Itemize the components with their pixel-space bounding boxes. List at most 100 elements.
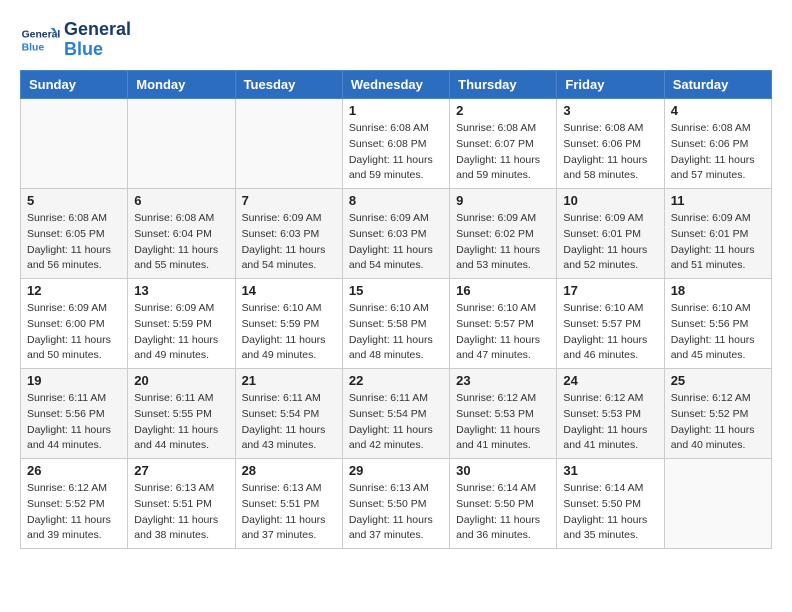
day-number: 4 [671, 103, 765, 118]
day-info: Sunrise: 6:11 AMSunset: 5:54 PMDaylight:… [242, 391, 336, 454]
day-cell-1: 1 Sunrise: 6:08 AMSunset: 6:08 PMDayligh… [342, 99, 449, 189]
day-number: 14 [242, 283, 336, 298]
empty-cell [235, 99, 342, 189]
day-info: Sunrise: 6:11 AMSunset: 5:54 PMDaylight:… [349, 391, 443, 454]
day-cell-26: 26 Sunrise: 6:12 AMSunset: 5:52 PMDaylig… [21, 459, 128, 549]
week-row-3: 12 Sunrise: 6:09 AMSunset: 6:00 PMDaylig… [21, 279, 772, 369]
day-cell-28: 28 Sunrise: 6:13 AMSunset: 5:51 PMDaylig… [235, 459, 342, 549]
day-cell-9: 9 Sunrise: 6:09 AMSunset: 6:02 PMDayligh… [450, 189, 557, 279]
day-cell-7: 7 Sunrise: 6:09 AMSunset: 6:03 PMDayligh… [235, 189, 342, 279]
day-number: 18 [671, 283, 765, 298]
day-number: 10 [563, 193, 657, 208]
day-info: Sunrise: 6:08 AMSunset: 6:07 PMDaylight:… [456, 121, 550, 184]
day-info: Sunrise: 6:08 AMSunset: 6:04 PMDaylight:… [134, 211, 228, 274]
logo-icon: General Blue [20, 20, 60, 60]
day-info: Sunrise: 6:08 AMSunset: 6:06 PMDaylight:… [671, 121, 765, 184]
day-info: Sunrise: 6:09 AMSunset: 6:02 PMDaylight:… [456, 211, 550, 274]
day-cell-18: 18 Sunrise: 6:10 AMSunset: 5:56 PMDaylig… [664, 279, 771, 369]
day-number: 2 [456, 103, 550, 118]
day-number: 30 [456, 463, 550, 478]
page-header: General Blue General Blue [20, 20, 772, 60]
day-info: Sunrise: 6:13 AMSunset: 5:51 PMDaylight:… [242, 481, 336, 544]
day-number: 19 [27, 373, 121, 388]
day-cell-16: 16 Sunrise: 6:10 AMSunset: 5:57 PMDaylig… [450, 279, 557, 369]
day-number: 1 [349, 103, 443, 118]
day-number: 27 [134, 463, 228, 478]
day-number: 23 [456, 373, 550, 388]
day-cell-3: 3 Sunrise: 6:08 AMSunset: 6:06 PMDayligh… [557, 99, 664, 189]
day-number: 31 [563, 463, 657, 478]
day-number: 7 [242, 193, 336, 208]
day-number: 16 [456, 283, 550, 298]
week-row-1: 1 Sunrise: 6:08 AMSunset: 6:08 PMDayligh… [21, 99, 772, 189]
day-cell-25: 25 Sunrise: 6:12 AMSunset: 5:52 PMDaylig… [664, 369, 771, 459]
day-info: Sunrise: 6:11 AMSunset: 5:56 PMDaylight:… [27, 391, 121, 454]
day-info: Sunrise: 6:12 AMSunset: 5:53 PMDaylight:… [456, 391, 550, 454]
day-info: Sunrise: 6:08 AMSunset: 6:08 PMDaylight:… [349, 121, 443, 184]
day-number: 20 [134, 373, 228, 388]
day-info: Sunrise: 6:10 AMSunset: 5:56 PMDaylight:… [671, 301, 765, 364]
day-info: Sunrise: 6:10 AMSunset: 5:57 PMDaylight:… [456, 301, 550, 364]
day-number: 6 [134, 193, 228, 208]
day-cell-2: 2 Sunrise: 6:08 AMSunset: 6:07 PMDayligh… [450, 99, 557, 189]
day-number: 28 [242, 463, 336, 478]
day-info: Sunrise: 6:12 AMSunset: 5:52 PMDaylight:… [27, 481, 121, 544]
day-info: Sunrise: 6:14 AMSunset: 5:50 PMDaylight:… [456, 481, 550, 544]
week-row-2: 5 Sunrise: 6:08 AMSunset: 6:05 PMDayligh… [21, 189, 772, 279]
day-info: Sunrise: 6:13 AMSunset: 5:50 PMDaylight:… [349, 481, 443, 544]
weekday-header-sunday: Sunday [21, 71, 128, 99]
weekday-header-wednesday: Wednesday [342, 71, 449, 99]
day-cell-12: 12 Sunrise: 6:09 AMSunset: 6:00 PMDaylig… [21, 279, 128, 369]
day-cell-15: 15 Sunrise: 6:10 AMSunset: 5:58 PMDaylig… [342, 279, 449, 369]
day-cell-10: 10 Sunrise: 6:09 AMSunset: 6:01 PMDaylig… [557, 189, 664, 279]
day-cell-31: 31 Sunrise: 6:14 AMSunset: 5:50 PMDaylig… [557, 459, 664, 549]
day-cell-11: 11 Sunrise: 6:09 AMSunset: 6:01 PMDaylig… [664, 189, 771, 279]
empty-cell [21, 99, 128, 189]
day-info: Sunrise: 6:09 AMSunset: 6:03 PMDaylight:… [242, 211, 336, 274]
weekday-header-thursday: Thursday [450, 71, 557, 99]
svg-text:Blue: Blue [22, 42, 45, 53]
day-number: 9 [456, 193, 550, 208]
day-info: Sunrise: 6:09 AMSunset: 6:00 PMDaylight:… [27, 301, 121, 364]
day-cell-24: 24 Sunrise: 6:12 AMSunset: 5:53 PMDaylig… [557, 369, 664, 459]
empty-cell [128, 99, 235, 189]
day-number: 25 [671, 373, 765, 388]
empty-cell [664, 459, 771, 549]
week-row-4: 19 Sunrise: 6:11 AMSunset: 5:56 PMDaylig… [21, 369, 772, 459]
weekday-header-row: SundayMondayTuesdayWednesdayThursdayFrid… [21, 71, 772, 99]
day-number: 3 [563, 103, 657, 118]
day-number: 17 [563, 283, 657, 298]
day-info: Sunrise: 6:13 AMSunset: 5:51 PMDaylight:… [134, 481, 228, 544]
day-info: Sunrise: 6:09 AMSunset: 6:01 PMDaylight:… [671, 211, 765, 274]
weekday-header-monday: Monday [128, 71, 235, 99]
day-info: Sunrise: 6:08 AMSunset: 6:06 PMDaylight:… [563, 121, 657, 184]
day-cell-13: 13 Sunrise: 6:09 AMSunset: 5:59 PMDaylig… [128, 279, 235, 369]
day-cell-8: 8 Sunrise: 6:09 AMSunset: 6:03 PMDayligh… [342, 189, 449, 279]
day-cell-19: 19 Sunrise: 6:11 AMSunset: 5:56 PMDaylig… [21, 369, 128, 459]
day-info: Sunrise: 6:08 AMSunset: 6:05 PMDaylight:… [27, 211, 121, 274]
weekday-header-saturday: Saturday [664, 71, 771, 99]
day-info: Sunrise: 6:12 AMSunset: 5:52 PMDaylight:… [671, 391, 765, 454]
day-info: Sunrise: 6:10 AMSunset: 5:58 PMDaylight:… [349, 301, 443, 364]
day-number: 15 [349, 283, 443, 298]
day-number: 8 [349, 193, 443, 208]
day-info: Sunrise: 6:11 AMSunset: 5:55 PMDaylight:… [134, 391, 228, 454]
week-row-5: 26 Sunrise: 6:12 AMSunset: 5:52 PMDaylig… [21, 459, 772, 549]
day-number: 29 [349, 463, 443, 478]
day-number: 12 [27, 283, 121, 298]
day-info: Sunrise: 6:09 AMSunset: 5:59 PMDaylight:… [134, 301, 228, 364]
day-number: 5 [27, 193, 121, 208]
day-info: Sunrise: 6:09 AMSunset: 6:03 PMDaylight:… [349, 211, 443, 274]
day-info: Sunrise: 6:09 AMSunset: 6:01 PMDaylight:… [563, 211, 657, 274]
day-cell-23: 23 Sunrise: 6:12 AMSunset: 5:53 PMDaylig… [450, 369, 557, 459]
day-cell-5: 5 Sunrise: 6:08 AMSunset: 6:05 PMDayligh… [21, 189, 128, 279]
calendar-body: 1 Sunrise: 6:08 AMSunset: 6:08 PMDayligh… [21, 99, 772, 549]
day-cell-21: 21 Sunrise: 6:11 AMSunset: 5:54 PMDaylig… [235, 369, 342, 459]
day-info: Sunrise: 6:12 AMSunset: 5:53 PMDaylight:… [563, 391, 657, 454]
day-cell-6: 6 Sunrise: 6:08 AMSunset: 6:04 PMDayligh… [128, 189, 235, 279]
day-number: 22 [349, 373, 443, 388]
day-cell-27: 27 Sunrise: 6:13 AMSunset: 5:51 PMDaylig… [128, 459, 235, 549]
day-cell-22: 22 Sunrise: 6:11 AMSunset: 5:54 PMDaylig… [342, 369, 449, 459]
logo: General Blue General Blue [20, 20, 131, 60]
day-info: Sunrise: 6:10 AMSunset: 5:57 PMDaylight:… [563, 301, 657, 364]
